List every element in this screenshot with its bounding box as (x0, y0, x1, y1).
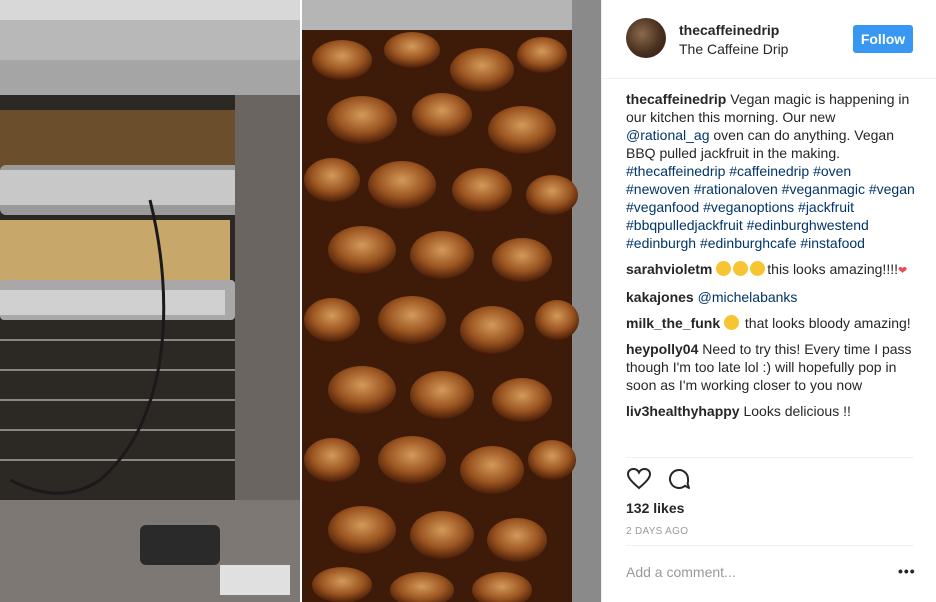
fearful-face-emoji-icon (733, 261, 749, 276)
comment-text: this looks amazing!!!! (767, 261, 898, 277)
comment: milk_the_funk that looks bloody amazing! (626, 314, 916, 332)
post-header: thecaffeinedrip The Caffeine Drip Follow (602, 0, 936, 79)
post-timestamp: 2 DAYS AGO (626, 526, 689, 537)
fearful-face-emoji-icon (716, 261, 732, 276)
caption-hashtags[interactable]: #thecaffeinedrip #caffeinedrip #oven #ne… (626, 163, 915, 251)
likes-count[interactable]: 132 likes (626, 500, 684, 516)
follow-button[interactable]: Follow (853, 25, 913, 53)
comment-username[interactable]: kakajones (626, 289, 694, 305)
heart-eyes-emoji-icon (724, 315, 740, 330)
jackfruit-photo-panel (302, 0, 601, 602)
comment-text: that looks bloody amazing! (741, 315, 911, 331)
caption: thecaffeinedrip Vegan magic is happening… (626, 90, 916, 252)
username[interactable]: thecaffeinedrip (679, 22, 779, 38)
divider (626, 457, 914, 458)
comment-username[interactable]: liv3healthyhappy (626, 403, 740, 419)
comment-username[interactable]: milk_the_funk (626, 315, 720, 331)
comment-username[interactable]: sarahvioletm (626, 261, 712, 277)
comment-username[interactable]: heypolly04 (626, 341, 698, 357)
instagram-post: thecaffeinedrip The Caffeine Drip Follow… (0, 0, 936, 602)
oven-illustration (0, 0, 300, 602)
oven-photo-panel (0, 0, 300, 602)
divider (626, 545, 914, 546)
comment: liv3healthyhappy Looks delicious !! (626, 402, 916, 420)
heart-emoji-icon: ❤ (898, 265, 908, 277)
more-options-button[interactable]: ••• (898, 563, 916, 579)
post-photo[interactable] (0, 0, 601, 602)
comment: sarahvioletm this looks amazing!!!!❤ (626, 260, 916, 280)
heart-icon[interactable] (626, 467, 652, 491)
pulled-jackfruit-illustration (302, 0, 601, 602)
comment: kakajones @michelabanks (626, 288, 916, 306)
caption-mention[interactable]: @rational_ag (626, 127, 710, 143)
avatar[interactable] (626, 18, 666, 58)
post-sidebar: thecaffeinedrip The Caffeine Drip Follow… (601, 0, 936, 602)
comment-bubble-icon[interactable] (667, 467, 691, 491)
comment-text: Looks delicious !! (743, 403, 851, 419)
comments-list: thecaffeinedrip Vegan magic is happening… (626, 90, 916, 428)
comment-mention[interactable]: @michelabanks (698, 289, 798, 305)
full-name: The Caffeine Drip (679, 41, 789, 57)
add-comment-input[interactable]: Add a comment... (626, 564, 736, 580)
fearful-face-emoji-icon (750, 261, 766, 276)
caption-username[interactable]: thecaffeinedrip (626, 91, 726, 107)
comment: heypolly04 Need to try this! Every time … (626, 340, 916, 394)
